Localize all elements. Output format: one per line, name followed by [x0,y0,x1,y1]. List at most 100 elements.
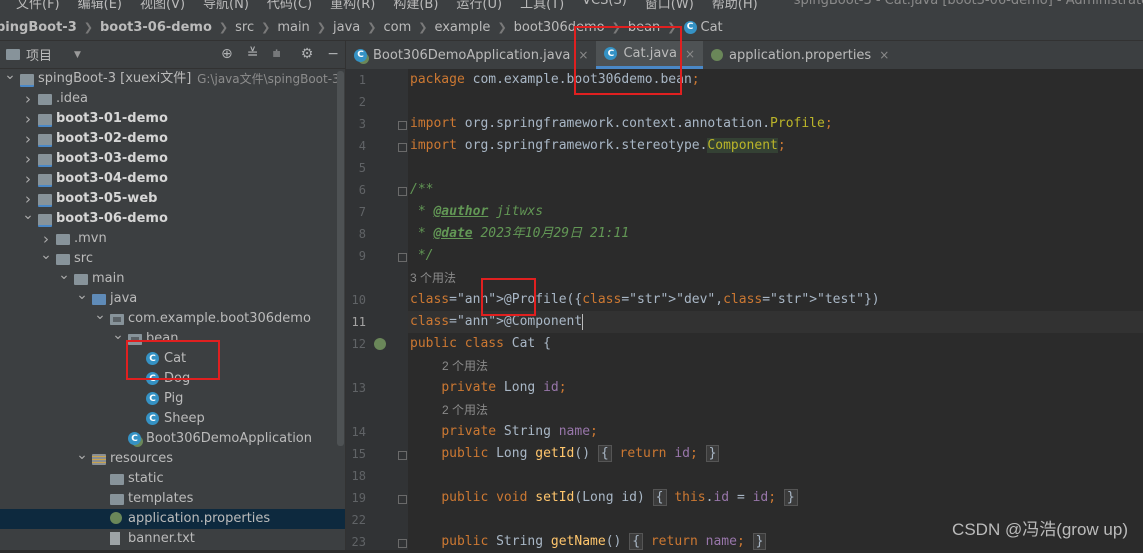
tree-item-label: spingBoot-3 [xuexi文件] [38,71,192,86]
menu-item[interactable]: 编辑(E) [78,0,122,12]
tree-item-label: banner.txt [128,531,195,546]
fold-marker-icon[interactable] [398,253,407,262]
fold-marker-icon[interactable] [398,121,407,130]
chevron-right-icon[interactable]: › [22,89,34,109]
tree-item[interactable]: › boot3-01-demo [0,109,345,129]
fold-marker-icon[interactable] [398,451,407,460]
menu-item[interactable]: 运行(U) [456,0,502,12]
watermark: CSDN @冯浩(grow up) [952,520,1128,539]
locate-file-icon[interactable]: ⊕ [221,46,233,62]
usage-hint[interactable]: 2 个用法 [442,355,488,377]
tree-item[interactable]: ⌄ spingBoot-3 [xuexi文件] G:\java文件\spingBoo… [0,67,345,89]
tree-item[interactable]: › boot3-02-demo [0,129,345,149]
menu-item[interactable]: 帮助(H) [712,0,758,12]
tree-item-label: .idea [56,91,88,106]
breadcrumb-item[interactable]: boot3-06-demo [100,20,212,35]
chevron-right-icon[interactable]: › [22,129,34,149]
project-panel-title[interactable]: 项目 [26,45,52,64]
close-icon[interactable]: × [685,47,695,61]
collapse-all-icon[interactable]: ⩧ [273,46,281,62]
code-line: */ [410,248,434,263]
window-title: spingBoot-3 - Cat.java [boot3-06-demo] -… [793,0,1143,8]
chevron-down-icon[interactable]: ⌄ [58,265,70,285]
breadcrumb-item[interactable]: main [277,20,309,35]
usage-hint[interactable]: 2 个用法 [442,399,488,421]
project-scrollbar[interactable] [337,71,344,446]
tree-item[interactable]: static [0,469,345,489]
tree-item[interactable]: C Sheep [0,409,345,429]
spring-boot-class-icon: C [354,48,367,62]
chevron-down-icon[interactable]: ▼ [74,50,81,60]
chevron-down-icon[interactable]: ⌄ [112,325,124,345]
gear-icon[interactable]: ⚙ [301,46,314,62]
tree-item-label: Boot306DemoApplication [146,431,312,446]
menu-item[interactable]: 导航(N) [203,0,249,12]
chevron-down-icon[interactable]: ⌄ [40,245,52,265]
module-folder-icon [38,194,52,207]
class-icon: C [146,412,159,425]
menu-item[interactable]: 窗口(W) [645,0,694,12]
tab-boot306demoapplication-java[interactable]: C Boot306DemoApplication.java × [346,41,596,69]
tab-application-properties[interactable]: application.properties × [703,41,897,69]
usage-hint[interactable]: 3 个用法 [410,267,456,289]
fold-marker-icon[interactable] [398,143,407,152]
menu-item[interactable]: 文件(F) [16,0,60,12]
tree-item[interactable]: ⌄ boot3-06-demo [0,207,345,229]
tree-item[interactable]: ⌄ com.example.boot306demo [0,307,345,329]
chevron-down-icon[interactable]: ⌄ [76,445,88,465]
tree-item[interactable]: ⌄ resources [0,447,345,469]
chevron-down-icon[interactable]: ⌄ [22,205,34,225]
spring-bean-gutter-icon[interactable] [374,338,386,350]
text-file-icon [110,532,120,545]
menu-item[interactable]: 代码(C) [267,0,312,12]
chevron-right-icon[interactable]: › [22,109,34,129]
chevron-down-icon[interactable]: ⌄ [76,285,88,305]
line-number: 23 [351,535,366,549]
menu-item[interactable]: 工具(T) [520,0,564,12]
breadcrumb-item[interactable]: com [383,20,411,35]
menu-item[interactable]: 视图(V) [140,0,185,12]
line-number: 12 [351,337,366,351]
chevron-down-icon[interactable]: ⌄ [94,305,106,325]
breadcrumb-item[interactable]: java [333,20,360,35]
breadcrumb-item[interactable]: pingBoot-3 [0,20,77,35]
code-line: private Long id; [441,380,567,395]
tree-item[interactable]: templates [0,489,345,509]
breadcrumb-item[interactable]: example [434,20,490,35]
tree-item-label: boot3-05-web [56,191,158,206]
tree-item-label: static [128,471,164,486]
tree-item[interactable]: ⌄ main [0,267,345,289]
tree-item-label: com.example.boot306demo [128,311,311,326]
tree-item-label: src [74,251,93,266]
chevron-down-icon[interactable]: ⌄ [4,65,16,85]
breadcrumb-item[interactable]: Cat [701,20,723,35]
fold-marker-icon[interactable] [398,187,407,196]
tree-item[interactable]: ⌄ src [0,247,345,269]
editor-gutter: 1 2 3 4 5 6 7 8 9 10 11 12 13 14 15 18 19 22 23 [346,69,408,550]
close-icon[interactable]: × [879,48,889,62]
package-icon [110,314,124,325]
chevron-right-icon[interactable]: › [22,149,34,169]
fold-marker-icon[interactable] [398,539,407,548]
hide-panel-icon[interactable]: − [327,46,339,62]
project-panel-toolbar: ⊕ ≚ ⩧ ⚙ − [221,46,339,62]
tree-item[interactable]: banner.txt [0,529,345,549]
tree-item[interactable]: › .idea [0,89,345,109]
expand-all-icon[interactable]: ≚ [247,46,259,62]
tree-item[interactable]: ⌄ java [0,287,345,309]
tree-item[interactable]: application.properties [0,509,345,529]
fold-marker-icon[interactable] [398,495,407,504]
tree-item[interactable]: › boot3-04-demo [0,169,345,189]
menu-item[interactable]: 重构(R) [330,0,375,12]
menu-item[interactable]: VCS(S) [582,0,627,12]
breadcrumb: pingBoot-3 ❯ boot3-06-demo ❯ src ❯ main ❯ java ❯ c… [0,14,1143,41]
tree-item[interactable]: C Pig [0,389,345,409]
module-folder-icon [20,74,34,87]
tree-item[interactable]: › boot3-03-demo [0,149,345,169]
menu-item[interactable]: 构建(B) [393,0,438,12]
tree-item[interactable]: C Boot306DemoApplication [0,429,345,449]
tab-label: Boot306DemoApplication.java [373,47,571,63]
chevron-right-icon[interactable]: › [22,169,34,189]
breadcrumb-item[interactable]: src [235,20,254,35]
tree-item[interactable]: › boot3-05-web [0,189,345,209]
